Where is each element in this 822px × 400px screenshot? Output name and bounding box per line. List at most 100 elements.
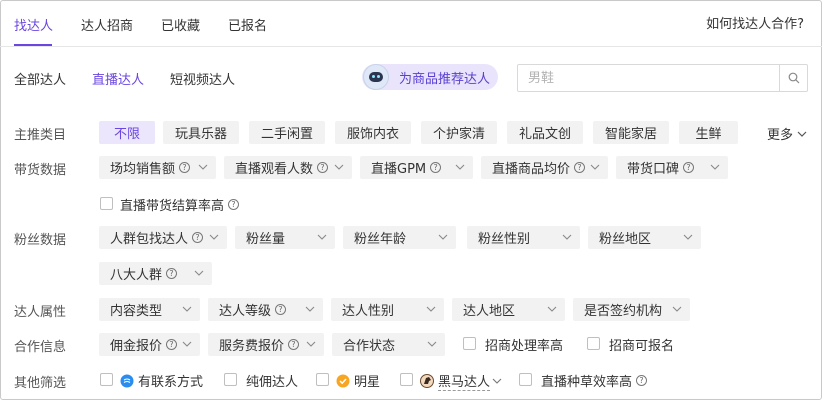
help-icon: ? — [574, 162, 586, 173]
seeding-efficiency-option[interactable]: 直播种草效率高? — [541, 371, 648, 390]
filter-avg-sales[interactable]: 场均销售额? — [99, 156, 216, 179]
chevron-down-icon — [317, 234, 327, 240]
filter-avg-product-price[interactable]: 直播商品均价? — [481, 156, 608, 179]
help-icon: ? — [288, 339, 300, 350]
chevron-down-icon — [547, 306, 557, 312]
category-option-smart-home[interactable]: 智能家居 — [593, 121, 669, 144]
help-icon: ? — [683, 162, 695, 173]
filter-live-gpm[interactable]: 直播GPM? — [360, 156, 473, 179]
chevron-down-icon — [209, 234, 219, 240]
checkbox-recruit-handle-rate[interactable] — [463, 337, 476, 350]
filter-talent-region[interactable]: 达人地区 — [452, 298, 565, 321]
help-icon: ? — [179, 162, 191, 173]
checkbox-settlement-rate[interactable] — [100, 197, 113, 210]
chevron-down-icon — [455, 164, 465, 170]
filter-commission-quote-label: 佣金报价 — [110, 339, 163, 354]
filter-avg-product-price-label: 直播商品均价 — [492, 162, 571, 177]
search-box — [517, 64, 808, 92]
recruit-handle-rate-label[interactable]: 招商处理率高 — [485, 335, 563, 354]
recommend-for-product-button[interactable]: 为商品推荐达人 — [362, 64, 498, 90]
category-option-personal-care[interactable]: 个护家清 — [421, 121, 497, 144]
settlement-rate-label: 直播带货结算率高 — [120, 199, 225, 214]
chevron-down-icon — [562, 234, 572, 240]
subtab-live[interactable]: 直播达人 — [92, 69, 144, 88]
talent-attr-label: 达人属性 — [14, 305, 67, 320]
filter-signed-agency[interactable]: 是否签约机构 — [573, 298, 690, 321]
checkbox-dark-horse[interactable] — [400, 373, 413, 386]
top-tabs: 找达人 达人招商 已收藏 已报名 — [14, 15, 295, 47]
filter-talent-gender[interactable]: 达人性别 — [331, 298, 444, 321]
filter-commission-quote[interactable]: 佣金报价? — [99, 333, 200, 356]
chevron-down-icon — [182, 341, 192, 347]
checkbox-has-contact[interactable] — [100, 373, 113, 386]
filter-content-type[interactable]: 内容类型 — [99, 298, 200, 321]
filter-content-type-label: 内容类型 — [110, 304, 163, 319]
checkbox-seeding-efficiency[interactable] — [519, 373, 532, 386]
subtab-short-video[interactable]: 短视频达人 — [170, 69, 235, 88]
category-option-toys[interactable]: 玩具乐器 — [163, 121, 239, 144]
dark-horse-label: 黑马达人 — [438, 371, 491, 391]
subtab-all[interactable]: 全部达人 — [14, 69, 66, 88]
recruit-open-label[interactable]: 招商可报名 — [609, 335, 674, 354]
chevron-down-icon — [194, 270, 204, 276]
help-link[interactable]: 如何找达人合作? — [706, 13, 804, 32]
chevron-down-icon — [492, 378, 502, 384]
filter-coop-status[interactable]: 合作状态 — [332, 333, 445, 356]
tab-divider — [0, 46, 822, 47]
filter-fan-age[interactable]: 粉丝年龄 — [343, 226, 456, 249]
filter-fan-count[interactable]: 粉丝量 — [235, 226, 335, 249]
celebrity-option[interactable]: 明星 — [336, 371, 380, 390]
help-icon: ? — [317, 162, 329, 173]
filter-live-viewers[interactable]: 直播观看人数? — [224, 156, 352, 179]
category-option-apparel[interactable]: 服饰内衣 — [335, 121, 411, 144]
coop-info-label: 合作信息 — [14, 340, 67, 355]
chevron-down-icon — [710, 164, 720, 170]
tab-find-talent[interactable]: 找达人 — [14, 15, 53, 47]
more-categories-button[interactable]: 更多 — [767, 124, 808, 143]
settlement-rate-option[interactable]: 直播带货结算率高? — [120, 195, 240, 214]
category-option-second-hand[interactable]: 二手闲置 — [249, 121, 325, 144]
filter-audience-package[interactable]: 人群包找达人? — [99, 226, 227, 249]
celebrity-label: 明星 — [354, 375, 381, 390]
search-button[interactable] — [779, 65, 807, 91]
filter-avg-sales-label: 场均销售额 — [110, 162, 176, 177]
main-category-label: 主推类目 — [14, 128, 67, 143]
tab-favorites[interactable]: 已收藏 — [161, 15, 200, 47]
checkbox-pure-commission[interactable] — [224, 373, 237, 386]
chevron-down-icon — [427, 341, 437, 347]
checkbox-celebrity[interactable] — [316, 373, 329, 386]
dark-horse-option[interactable]: 黑马达人 — [420, 371, 502, 391]
filter-fan-region[interactable]: 粉丝地区 — [588, 226, 701, 249]
filter-live-viewers-label: 直播观看人数 — [235, 162, 314, 177]
checkbox-recruit-open[interactable] — [587, 337, 600, 350]
filter-reputation[interactable]: 带货口碑? — [616, 156, 728, 179]
filter-eight-crowds[interactable]: 八大人群? — [99, 262, 212, 285]
filter-fan-gender[interactable]: 粉丝性别 — [467, 226, 580, 249]
chevron-down-icon — [590, 164, 600, 170]
filter-live-gpm-label: 直播GPM — [371, 162, 427, 177]
chevron-down-icon — [683, 234, 693, 240]
sub-tabs: 全部达人 直播达人 短视频达人 — [14, 69, 261, 88]
category-option-fresh[interactable]: 生鲜 — [679, 121, 738, 144]
category-option-all[interactable]: 不限 — [99, 121, 155, 144]
pure-commission-label[interactable]: 纯佣达人 — [246, 371, 298, 390]
more-label: 更多 — [767, 128, 794, 143]
search-input[interactable] — [518, 65, 779, 91]
chevron-down-icon — [334, 164, 344, 170]
help-icon: ? — [166, 339, 178, 350]
has-contact-option[interactable]: 有联系方式 — [120, 371, 203, 390]
filter-talent-level-label: 达人等级 — [219, 304, 272, 319]
filter-service-fee-quote[interactable]: 服务费报价? — [208, 333, 324, 356]
filter-fan-region-label: 粉丝地区 — [599, 232, 652, 247]
tab-registered[interactable]: 已报名 — [228, 15, 267, 47]
fans-data-label: 粉丝数据 — [14, 233, 67, 248]
chevron-down-icon — [182, 306, 192, 312]
help-icon: ? — [430, 162, 442, 173]
tab-talent-recruit[interactable]: 达人招商 — [81, 15, 133, 47]
chevron-down-icon — [305, 306, 315, 312]
chevron-down-icon — [797, 131, 807, 137]
filter-eight-crowds-label: 八大人群 — [110, 268, 163, 283]
filter-talent-level[interactable]: 达人等级? — [208, 298, 323, 321]
filter-reputation-label: 带货口碑 — [627, 162, 680, 177]
category-option-gifts[interactable]: 礼品文创 — [507, 121, 583, 144]
